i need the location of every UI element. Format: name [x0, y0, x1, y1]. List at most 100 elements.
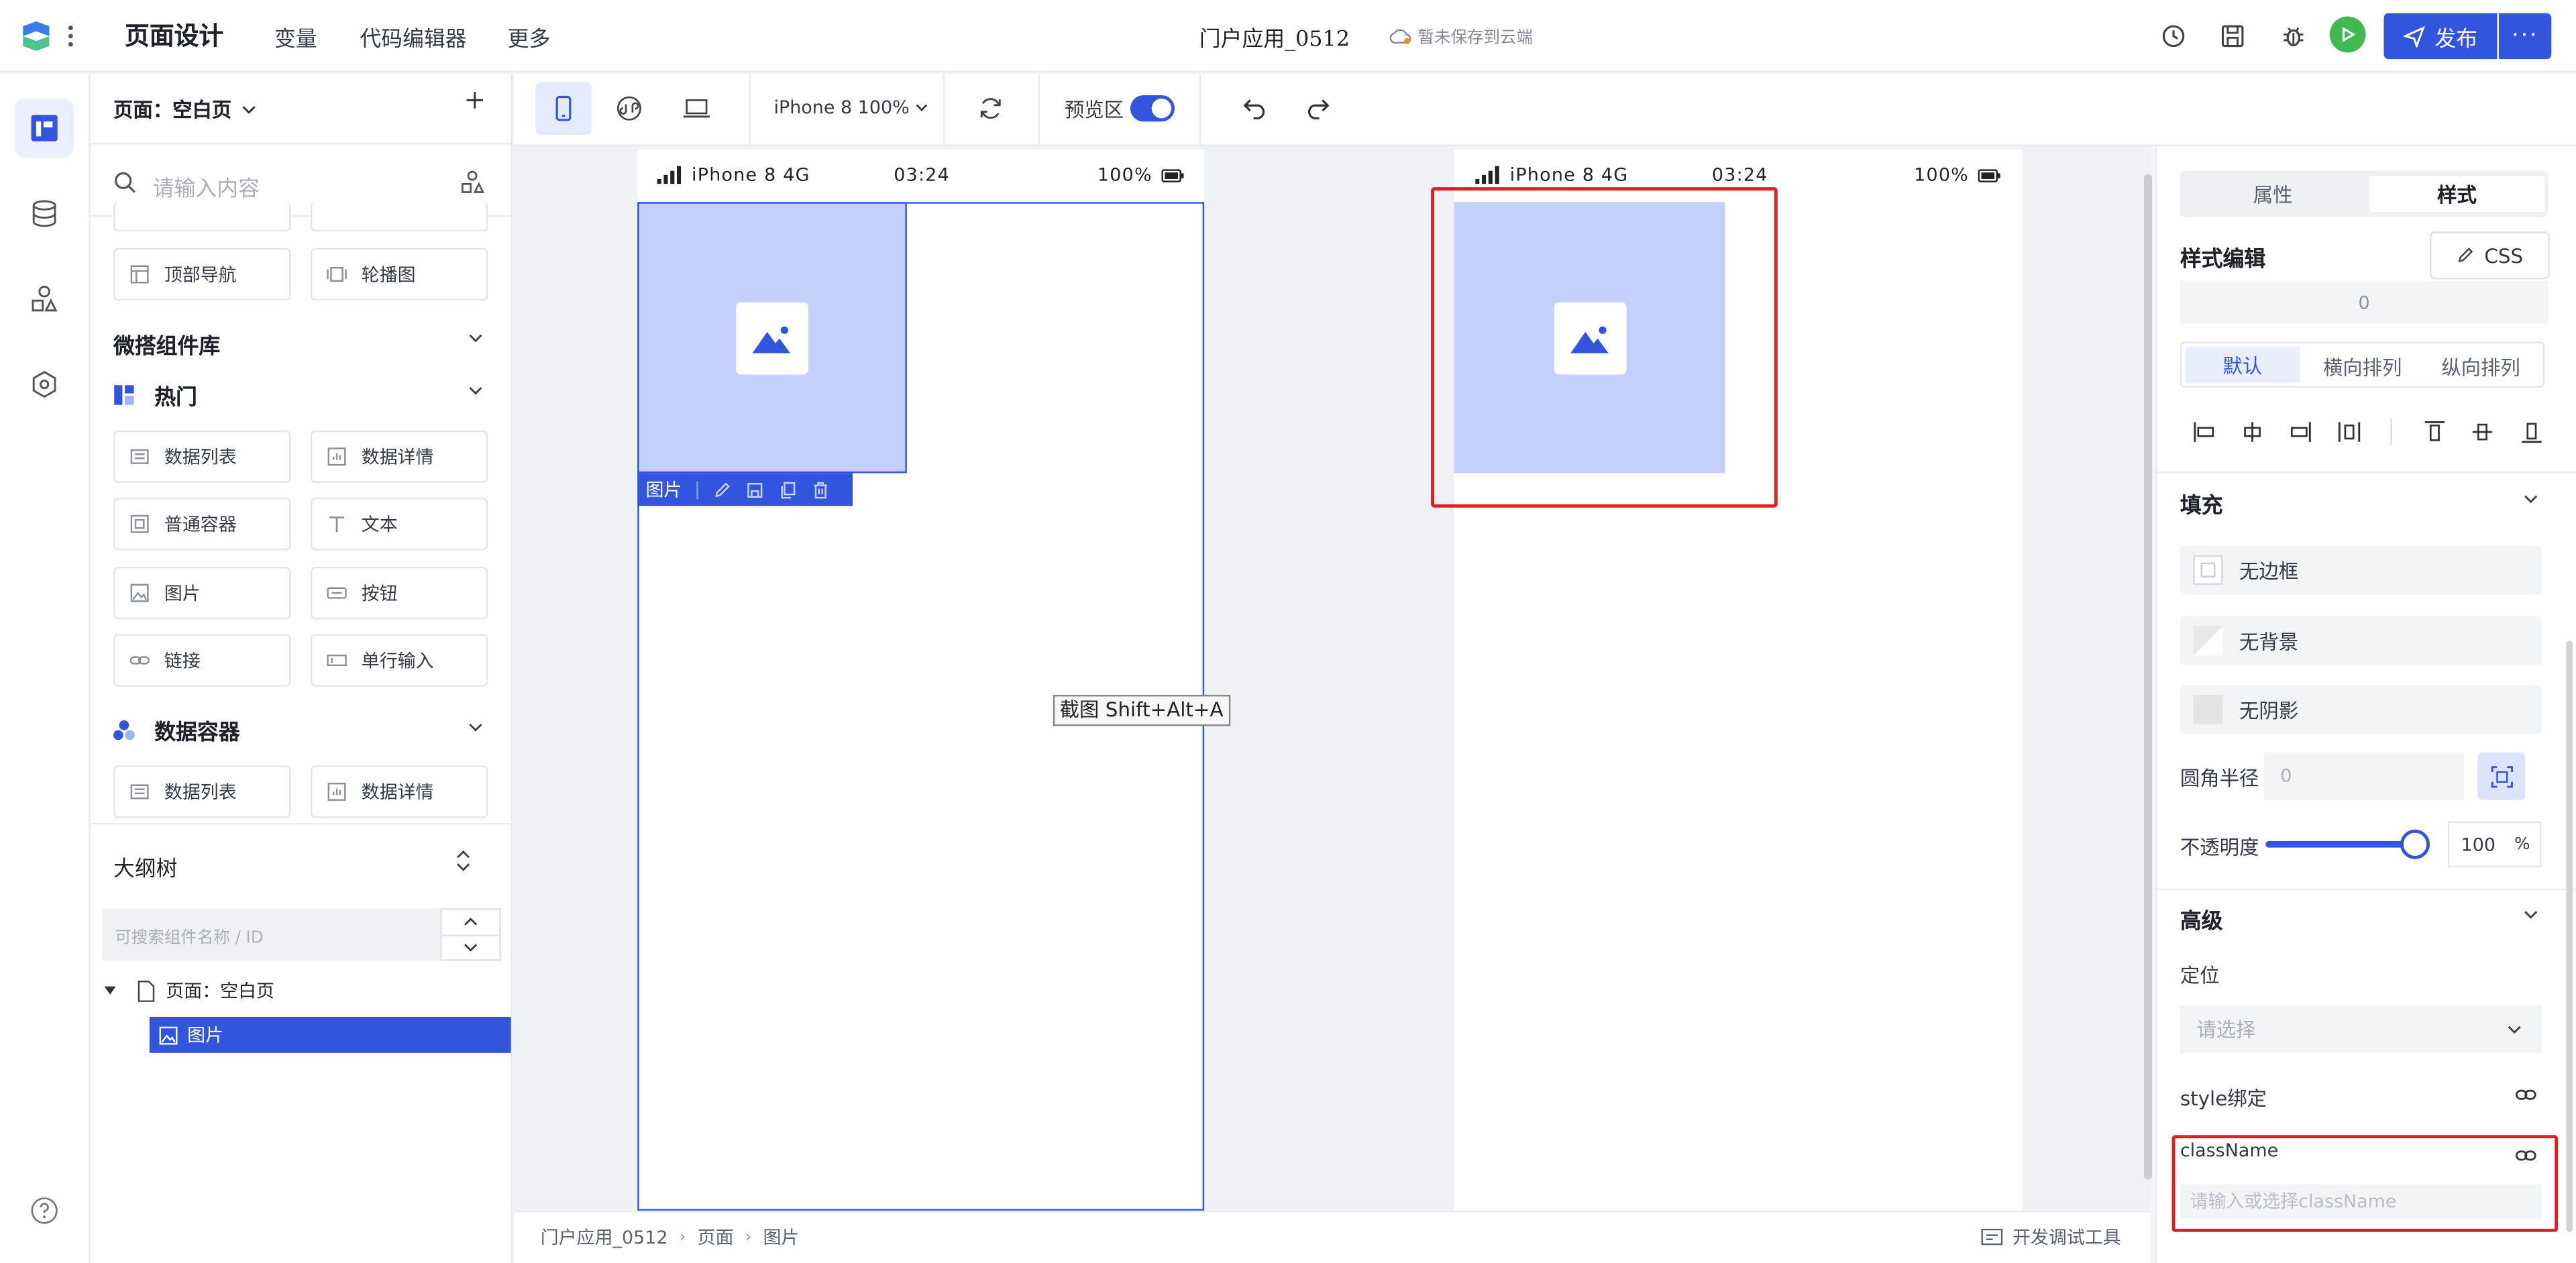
- component-item-input[interactable]: 单行输入: [310, 634, 488, 687]
- refresh-icon[interactable]: [963, 82, 1018, 134]
- component-filter-icon[interactable]: [460, 169, 485, 194]
- component-item-text[interactable]: 文本: [310, 498, 488, 551]
- crumb-image[interactable]: 图片: [763, 1224, 800, 1250]
- devtools-icon: [1981, 1228, 2003, 1246]
- opacity-slider-track[interactable]: [2265, 840, 2417, 848]
- align-bottom-icon[interactable]: [2518, 419, 2544, 445]
- style-binding-link-icon[interactable]: [2515, 1087, 2536, 1102]
- align-middle-v-icon[interactable]: [2469, 419, 2496, 445]
- rail-data-source[interactable]: [15, 184, 74, 243]
- opacity-slider-handle[interactable]: [2400, 829, 2430, 859]
- add-page-icon[interactable]: [465, 91, 484, 110]
- copy-icon[interactable]: [779, 480, 797, 498]
- image-placeholder-icon: [736, 301, 808, 374]
- rail-page-design[interactable]: [15, 98, 74, 158]
- layout-vertical-tab[interactable]: 纵向排列: [2441, 353, 2520, 382]
- component-item-partial[interactable]: [113, 202, 291, 232]
- crumb-page[interactable]: 页面: [698, 1224, 734, 1250]
- screenshot-tooltip: 截图 Shift+Alt+A: [1053, 694, 1230, 726]
- redo-icon[interactable]: [1289, 82, 1345, 134]
- device-desktop-button[interactable]: [669, 82, 724, 134]
- align-left-icon[interactable]: [2192, 419, 2218, 445]
- style-editor-title: 样式编辑: [2180, 248, 2266, 273]
- tab-style[interactable]: 样式: [2369, 176, 2545, 212]
- outline-stepper[interactable]: [440, 908, 501, 961]
- history-icon[interactable]: [2157, 19, 2190, 52]
- distribute-h-icon[interactable]: [2336, 419, 2362, 445]
- radius-input[interactable]: 0: [2263, 752, 2465, 800]
- expand-collapse-icon[interactable]: [455, 849, 471, 872]
- preview-toggle[interactable]: [1130, 95, 1175, 122]
- device-mobile-button[interactable]: [535, 82, 592, 135]
- app-logo-icon[interactable]: [19, 19, 52, 52]
- component-item-data-detail[interactable]: 数据详情: [310, 765, 488, 818]
- shadow-setting[interactable]: 无阴影: [2180, 685, 2542, 734]
- position-select[interactable]: 请选择: [2180, 1005, 2542, 1053]
- radius-corners-icon[interactable]: [2477, 752, 2526, 800]
- list-icon: [130, 449, 149, 464]
- tree-item-page[interactable]: 页面：空白页: [103, 977, 274, 1003]
- canvas-scrollbar[interactable]: [2143, 174, 2153, 1180]
- hot-section-header[interactable]: 热门: [113, 380, 197, 410]
- css-button[interactable]: CSS: [2430, 231, 2550, 280]
- crumb-app[interactable]: 门户应用_0512: [541, 1224, 668, 1250]
- layout-default-tab[interactable]: 默认: [2185, 346, 2300, 383]
- component-item-image[interactable]: 图片: [113, 566, 291, 620]
- devtools-button[interactable]: 开发调试工具: [1981, 1224, 2121, 1250]
- component-item-data-detail[interactable]: 数据详情: [310, 430, 488, 484]
- debug-icon[interactable]: [2277, 19, 2310, 52]
- tree-item-image-selected[interactable]: 图片: [149, 1016, 511, 1053]
- delete-icon[interactable]: [812, 480, 830, 498]
- background-setting[interactable]: 无背景: [2180, 616, 2542, 665]
- save-icon[interactable]: [746, 480, 764, 498]
- device-size-select[interactable]: iPhone 8 100%: [773, 97, 927, 118]
- app-switcher-icon[interactable]: [66, 23, 76, 49]
- chevron-down-icon[interactable]: [468, 333, 483, 343]
- divider: [90, 143, 511, 145]
- chevron-down-icon[interactable]: [468, 386, 483, 396]
- menu-code-editor[interactable]: 代码编辑器: [360, 21, 466, 53]
- spacing-value-input[interactable]: 0: [2180, 280, 2548, 324]
- component-item-top-nav[interactable]: 顶部导航: [113, 248, 291, 301]
- app-name: 门户应用_0512: [1199, 28, 1350, 53]
- help-icon[interactable]: [15, 1181, 74, 1240]
- layout-horizontal-tab[interactable]: 横向排列: [2323, 353, 2402, 382]
- page-title: 页面设计: [125, 21, 224, 51]
- breadcrumb: 门户应用_0512 › 页面 › 图片: [541, 1224, 800, 1250]
- component-item-data-list[interactable]: 数据列表: [113, 765, 291, 818]
- device-miniprogram-button[interactable]: [601, 82, 657, 134]
- undo-icon[interactable]: [1227, 82, 1283, 134]
- component-item-link[interactable]: 链接: [113, 634, 291, 687]
- data-container-section-header[interactable]: 数据容器: [113, 714, 240, 746]
- component-item-data-list[interactable]: 数据列表: [113, 430, 291, 484]
- divider: [2157, 888, 2576, 891]
- publish-more-button[interactable]: ···: [2498, 13, 2552, 60]
- tab-properties[interactable]: 属性: [2185, 176, 2361, 212]
- chevron-down-icon[interactable]: [2524, 910, 2538, 920]
- rail-settings[interactable]: [15, 355, 74, 414]
- component-search-input[interactable]: 请输入内容: [153, 171, 260, 202]
- chevron-down-icon[interactable]: [2524, 494, 2538, 504]
- align-top-icon[interactable]: [2422, 419, 2448, 445]
- divider: [2157, 471, 2576, 474]
- run-preview-button[interactable]: [2329, 16, 2366, 53]
- component-item-carousel[interactable]: 轮播图: [310, 248, 488, 301]
- chevron-down-icon[interactable]: [468, 723, 483, 733]
- opacity-input[interactable]: 100 %: [2448, 821, 2542, 868]
- input-icon: [327, 654, 347, 667]
- component-item-partial[interactable]: [310, 202, 488, 232]
- border-setting[interactable]: 无边框: [2180, 545, 2542, 595]
- align-center-h-icon[interactable]: [2239, 419, 2265, 445]
- panel-scrollbar[interactable]: [2566, 641, 2573, 1232]
- menu-variables[interactable]: 变量: [274, 21, 317, 53]
- edit-icon[interactable]: [713, 480, 731, 498]
- component-item-button[interactable]: 按钮: [310, 566, 488, 620]
- page-selector[interactable]: 页面：空白页: [113, 95, 256, 123]
- align-right-icon[interactable]: [2287, 419, 2313, 445]
- menu-more[interactable]: 更多: [508, 21, 551, 53]
- rail-components[interactable]: [15, 270, 74, 329]
- selected-image-component[interactable]: [637, 202, 907, 474]
- component-item-container[interactable]: 普通容器: [113, 498, 291, 551]
- save-icon[interactable]: [2216, 19, 2249, 52]
- publish-button[interactable]: 发布: [2383, 13, 2498, 60]
